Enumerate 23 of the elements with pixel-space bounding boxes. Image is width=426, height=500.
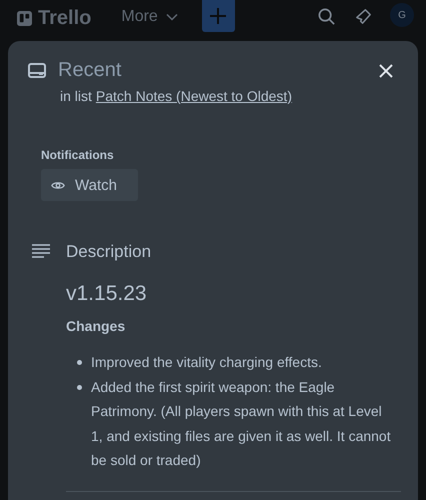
version-heading: v1.15.23 bbox=[66, 282, 148, 306]
board-logo-icon bbox=[17, 11, 32, 26]
watch-button[interactable]: Watch bbox=[41, 169, 138, 201]
eye-icon bbox=[51, 180, 65, 190]
card-icon bbox=[28, 63, 46, 78]
close-icon[interactable] bbox=[378, 62, 394, 78]
more-menu[interactable]: More bbox=[121, 6, 178, 28]
bullet-icon bbox=[77, 360, 82, 365]
user-avatar[interactable]: G bbox=[390, 3, 414, 27]
plus-icon bbox=[208, 6, 228, 26]
list-link[interactable]: Patch Notes (Newest to Oldest) bbox=[96, 88, 292, 104]
bullet-icon bbox=[77, 384, 82, 390]
notifications-label: Notifications bbox=[41, 148, 115, 162]
chevron-down-icon bbox=[166, 13, 178, 21]
description-heading: Description bbox=[66, 242, 152, 262]
card-title: Recent bbox=[58, 59, 122, 82]
search-icon[interactable] bbox=[317, 7, 336, 26]
description-icon bbox=[32, 244, 50, 260]
app-logo[interactable]: Trello bbox=[38, 7, 92, 30]
change-item: Added the first spirit weapon: the Eagle Patrimony. (All players spawn with this at Level 1, and existing files are given it as well. It cannot be sold or traded) bbox=[91, 378, 391, 470]
changes-heading: Changes bbox=[66, 318, 126, 334]
list-caption: in list bbox=[60, 88, 92, 104]
change-item: Improved the vitality charging effects. bbox=[91, 353, 323, 372]
